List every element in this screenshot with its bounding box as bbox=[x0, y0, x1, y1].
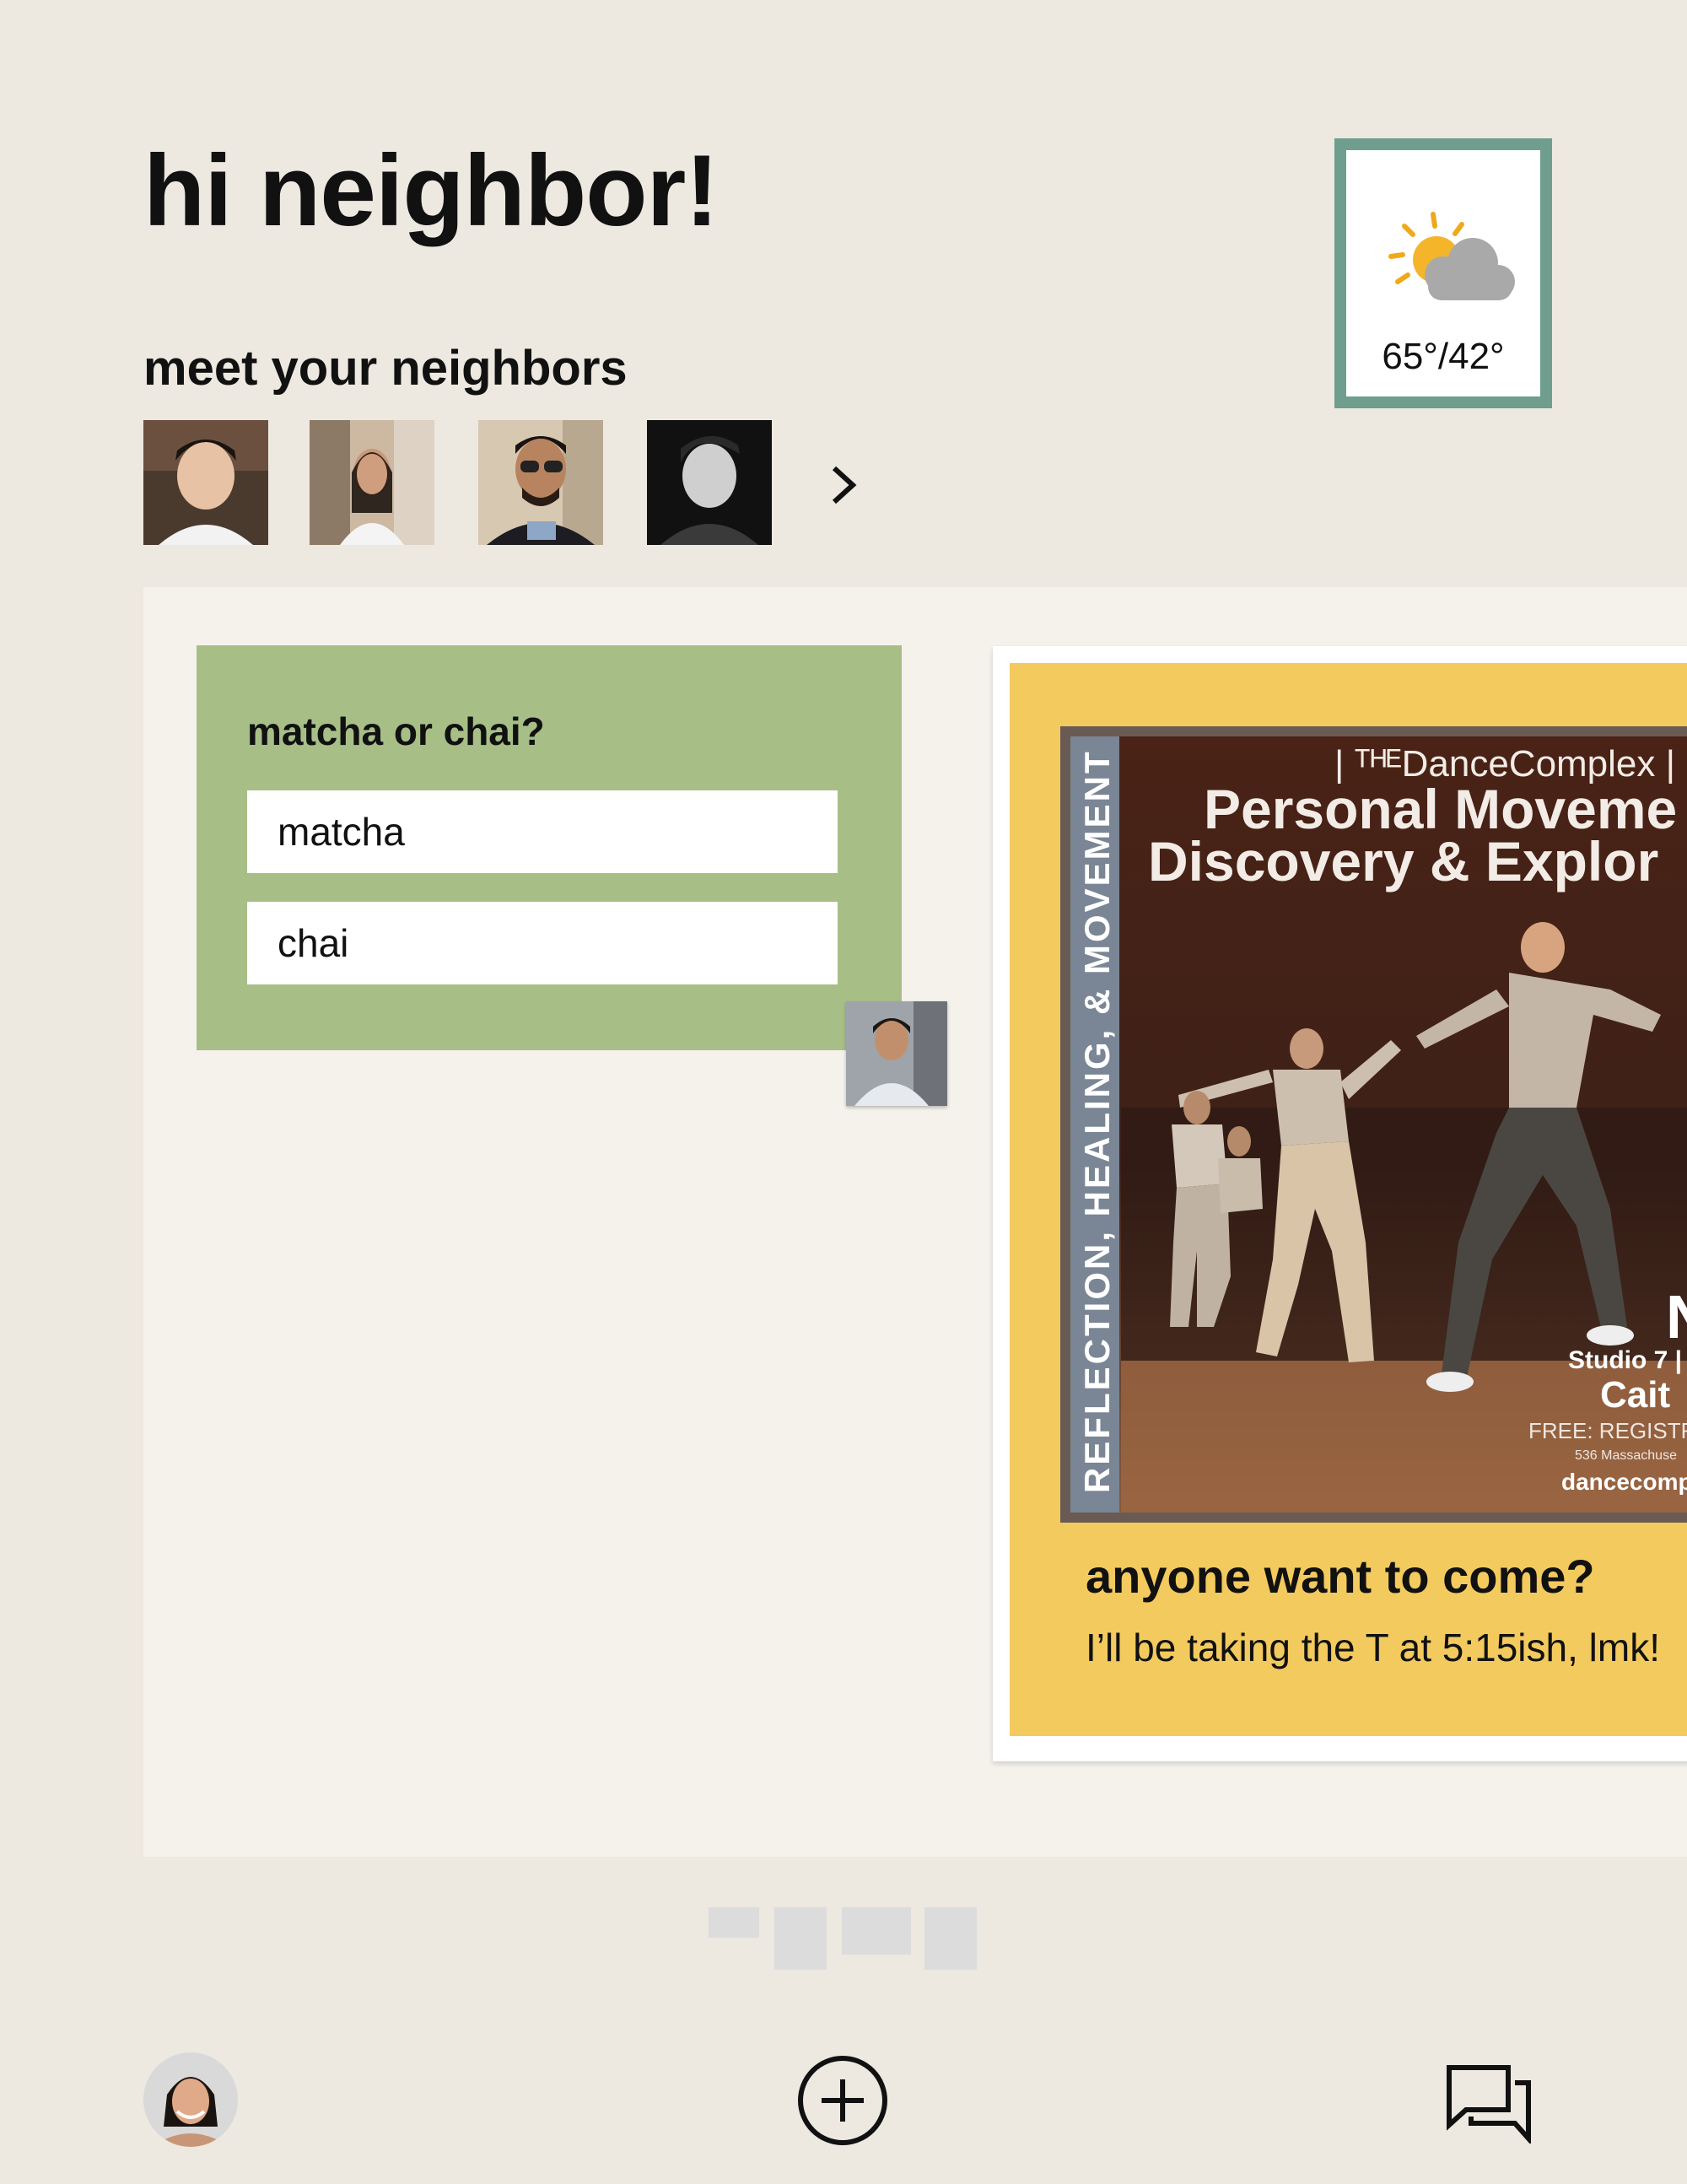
neighbor-photo bbox=[478, 420, 603, 545]
chevron-right-icon[interactable] bbox=[822, 460, 865, 510]
event-card-body: REFLECTION, HEALING, & MOVEMENT | ᵀᴴᴱDan… bbox=[1010, 663, 1687, 1736]
neighborhood-board: matcha or chai? matcha chai REFLECTION, … bbox=[143, 587, 1687, 1857]
event-post-body: I’ll be taking the T at 5:15ish, lmk! bbox=[1086, 1626, 1660, 1669]
poll-author-avatar[interactable] bbox=[846, 1001, 947, 1106]
neighbor-avatar[interactable] bbox=[478, 420, 603, 545]
partly-cloudy-icon bbox=[1388, 212, 1515, 300]
poster-fragment: N bbox=[1666, 1283, 1687, 1352]
author-photo bbox=[846, 1001, 947, 1106]
neighbor-avatar[interactable] bbox=[647, 420, 772, 545]
poll-card: matcha or chai? matcha chai bbox=[197, 645, 902, 1050]
poster-host: Cait bbox=[1600, 1374, 1671, 1416]
neighbor-avatar[interactable] bbox=[310, 420, 434, 545]
poll-option-chai[interactable]: chai bbox=[247, 902, 838, 984]
poster-url: dancecomp bbox=[1561, 1469, 1687, 1495]
poster-vertical-text: REFLECTION, HEALING, & MOVEMENT bbox=[1077, 749, 1117, 1493]
weather-widget[interactable]: 65°/42° bbox=[1334, 138, 1552, 408]
page-greeting: hi neighbor! bbox=[143, 134, 719, 247]
profile-avatar[interactable] bbox=[143, 2052, 238, 2147]
poll-question: matcha or chai? bbox=[247, 709, 545, 753]
neighbor-photo bbox=[143, 420, 268, 545]
poster-studio: Studio 7 | bbox=[1568, 1346, 1683, 1374]
neighbor-photo bbox=[310, 420, 434, 545]
neighbor-avatar[interactable] bbox=[143, 420, 268, 545]
event-post-card[interactable]: REFLECTION, HEALING, & MOVEMENT | ᵀᴴᴱDan… bbox=[993, 646, 1687, 1761]
chat-icon[interactable] bbox=[1446, 2064, 1532, 2144]
pager-dot[interactable] bbox=[924, 1907, 977, 1970]
avatar bbox=[143, 2052, 238, 2147]
event-poster[interactable]: REFLECTION, HEALING, & MOVEMENT | ᵀᴴᴱDan… bbox=[1060, 726, 1687, 1523]
pager-dot[interactable] bbox=[709, 1907, 759, 1938]
poster-address: 536 Massachuse bbox=[1575, 1448, 1677, 1463]
event-post-title: anyone want to come? bbox=[1086, 1550, 1595, 1603]
neighbor-photo bbox=[647, 420, 772, 545]
poster-registration: FREE: REGISTRAT bbox=[1528, 1418, 1687, 1443]
pager-dot[interactable] bbox=[774, 1907, 827, 1970]
add-circle-icon[interactable] bbox=[796, 2054, 889, 2147]
poll-option-matcha[interactable]: matcha bbox=[247, 790, 838, 873]
weather-temperature: 65°/42° bbox=[1382, 336, 1505, 377]
meet-neighbors-heading: meet your neighbors bbox=[143, 341, 628, 396]
poster-title-line2: Discovery & Explor bbox=[1148, 830, 1659, 892]
pager-dot[interactable] bbox=[842, 1907, 911, 1955]
